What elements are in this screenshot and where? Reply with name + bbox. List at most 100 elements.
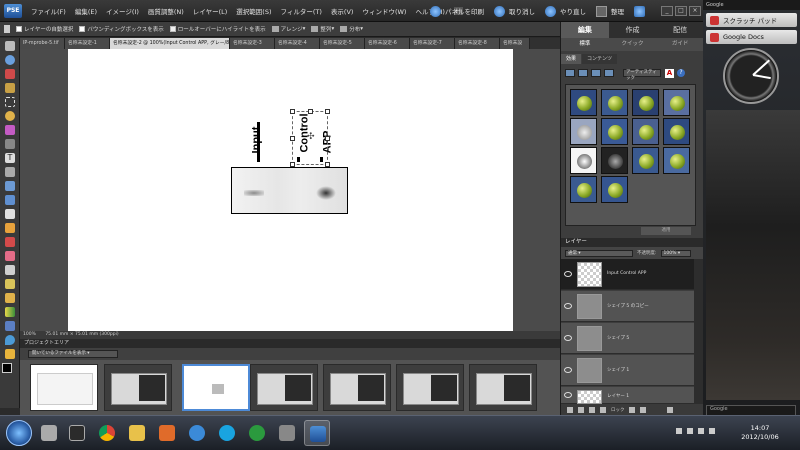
menu-view[interactable]: 表示(V) (331, 6, 354, 16)
transform-handle[interactable] (290, 136, 295, 141)
maximize-button[interactable]: □ (675, 6, 687, 16)
color-swatches[interactable] (2, 363, 18, 379)
taskbar-item-active[interactable] (304, 420, 330, 446)
layer-styles-icon[interactable] (578, 69, 588, 77)
home-button[interactable] (634, 5, 649, 17)
bin-thumb-0[interactable] (30, 364, 98, 411)
tray-flag-icon[interactable] (687, 428, 693, 434)
brush-select-tool-icon[interactable] (5, 139, 15, 149)
all-effects-icon[interactable] (604, 69, 614, 77)
bin-thumb-3[interactable] (250, 364, 318, 411)
marquee-tool-icon[interactable] (5, 97, 15, 107)
opacity-field[interactable]: 100% ▾ (660, 249, 691, 257)
menu-edit[interactable]: 編集(E) (75, 6, 97, 16)
menu-layer[interactable]: レイヤー(L) (193, 6, 228, 16)
tab-create[interactable]: 作成 (609, 22, 657, 38)
taskbar-item[interactable] (244, 420, 270, 446)
effect-thumb[interactable] (601, 89, 628, 116)
transform-handle[interactable] (325, 136, 330, 141)
menu-image[interactable]: イメージ(I) (106, 6, 139, 16)
red-eye-tool-icon[interactable] (5, 209, 15, 219)
menu-file[interactable]: ファイル(F) (31, 6, 66, 16)
menu-filter[interactable]: フィルター(T) (281, 6, 322, 16)
healing-tool-icon[interactable] (5, 223, 15, 233)
tab-full-edit[interactable]: 標準 (561, 38, 609, 51)
taskbar-item[interactable] (124, 420, 150, 446)
sponge-tool-icon[interactable] (5, 349, 15, 359)
taskbar-item[interactable] (64, 420, 90, 446)
taskbar-clock[interactable]: 14:07 2012/10/06 (735, 424, 785, 442)
arrange-dropdown[interactable]: アレンジ ▾ (271, 25, 305, 33)
effect-thumb[interactable] (601, 147, 628, 174)
new-adjustment-icon[interactable] (578, 406, 584, 413)
effect-thumb[interactable] (570, 118, 597, 145)
trash-icon[interactable] (666, 406, 673, 413)
foreground-color-swatch[interactable] (2, 363, 12, 373)
tab-doc-1[interactable]: 名称未設定-1 (65, 38, 110, 49)
blend-mode-select[interactable]: 通常 ▾ (565, 249, 633, 257)
lasso-tool-icon[interactable] (5, 111, 15, 121)
organize-button[interactable]: 整理 (596, 5, 624, 17)
effects-category-select[interactable]: アーティスティック (623, 69, 661, 81)
move-tool-icon[interactable] (5, 41, 15, 51)
tab-effects[interactable]: 効果 (561, 54, 582, 64)
undo-button[interactable]: 取り消し (494, 5, 535, 17)
tab-share[interactable]: 配信 (656, 22, 704, 38)
paint-bucket-tool-icon[interactable] (5, 293, 15, 303)
transform-handle[interactable] (290, 109, 295, 114)
bin-thumb-6[interactable] (469, 364, 537, 411)
tab-doc-8[interactable]: 名称未設定-8 (455, 38, 500, 49)
highlight-option[interactable]: ロールオーバーにハイライトを表示 (169, 25, 266, 33)
lock-all-icon[interactable] (639, 406, 646, 413)
taskbar-item[interactable] (154, 420, 180, 446)
tab-doc-4[interactable]: 名称未設定-4 (275, 38, 320, 49)
tab-edit[interactable]: 編集 (561, 22, 609, 38)
bin-thumb-2[interactable] (182, 364, 250, 411)
tab-doc-5[interactable]: 名称未設定-5 (320, 38, 365, 49)
bin-thumb-1[interactable] (104, 364, 172, 411)
menu-select[interactable]: 選択範囲(S) (236, 6, 271, 16)
layer-row[interactable]: Input Control APP (561, 259, 694, 290)
visibility-eye-icon[interactable] (564, 367, 572, 373)
effect-thumb[interactable] (663, 147, 690, 174)
magic-wand-tool-icon[interactable] (5, 125, 15, 135)
taskbar-item[interactable] (214, 420, 240, 446)
visibility-eye-icon[interactable] (564, 392, 572, 398)
layer-row[interactable]: シェイプ 1 (561, 355, 694, 386)
layer-row[interactable]: シェイプ 5 のコピー (561, 291, 694, 322)
bbox-checkbox[interactable] (79, 26, 86, 32)
new-layer-icon[interactable] (567, 406, 573, 413)
mask-icon[interactable] (589, 406, 595, 413)
hand-tool-icon[interactable] (5, 69, 15, 79)
layers-panel-header[interactable]: レイヤー (561, 238, 704, 247)
effect-thumb[interactable] (632, 118, 659, 145)
effect-thumb[interactable] (570, 89, 597, 116)
print-panel-button[interactable]: パネルを印刷 (430, 5, 484, 17)
bin-thumb-5[interactable] (396, 364, 464, 411)
layer-row[interactable]: レイヤー 1 (561, 387, 694, 404)
document-canvas[interactable]: Input Control APP ✣ (68, 49, 513, 331)
pencil-tool-icon[interactable] (5, 265, 15, 275)
project-bin-select[interactable]: 開いているファイルを表示 ▾ (28, 350, 118, 358)
effect-thumb[interactable] (601, 176, 628, 203)
start-button[interactable] (6, 420, 32, 446)
zoom-level[interactable]: 100% (23, 332, 36, 337)
tray-volume-icon[interactable] (709, 428, 715, 434)
effect-thumb[interactable] (570, 147, 597, 174)
taskbar-item[interactable] (94, 420, 120, 446)
text-tool-icon[interactable]: T (5, 153, 15, 163)
shape-tool-icon[interactable] (5, 321, 15, 331)
effect-thumb[interactable] (570, 176, 597, 203)
bin-thumb-4[interactable] (323, 364, 391, 411)
menu-enhance[interactable]: 画質調整(N) (148, 6, 184, 16)
google-docs-gadget[interactable]: Google Docs (706, 30, 797, 44)
zoom-tool-icon[interactable] (5, 55, 15, 65)
clone-stamp-tool-icon[interactable] (5, 237, 15, 247)
cookie-cutter-tool-icon[interactable] (5, 181, 15, 191)
filters-icon[interactable] (565, 69, 575, 77)
crop-tool-icon[interactable] (5, 167, 15, 177)
auto-select-checkbox[interactable] (16, 26, 22, 32)
tab-content[interactable]: コンテンツ (582, 54, 618, 64)
analog-clock-gadget[interactable] (723, 48, 779, 104)
bbox-option[interactable]: バウンディングボックスを表示 (79, 25, 164, 33)
